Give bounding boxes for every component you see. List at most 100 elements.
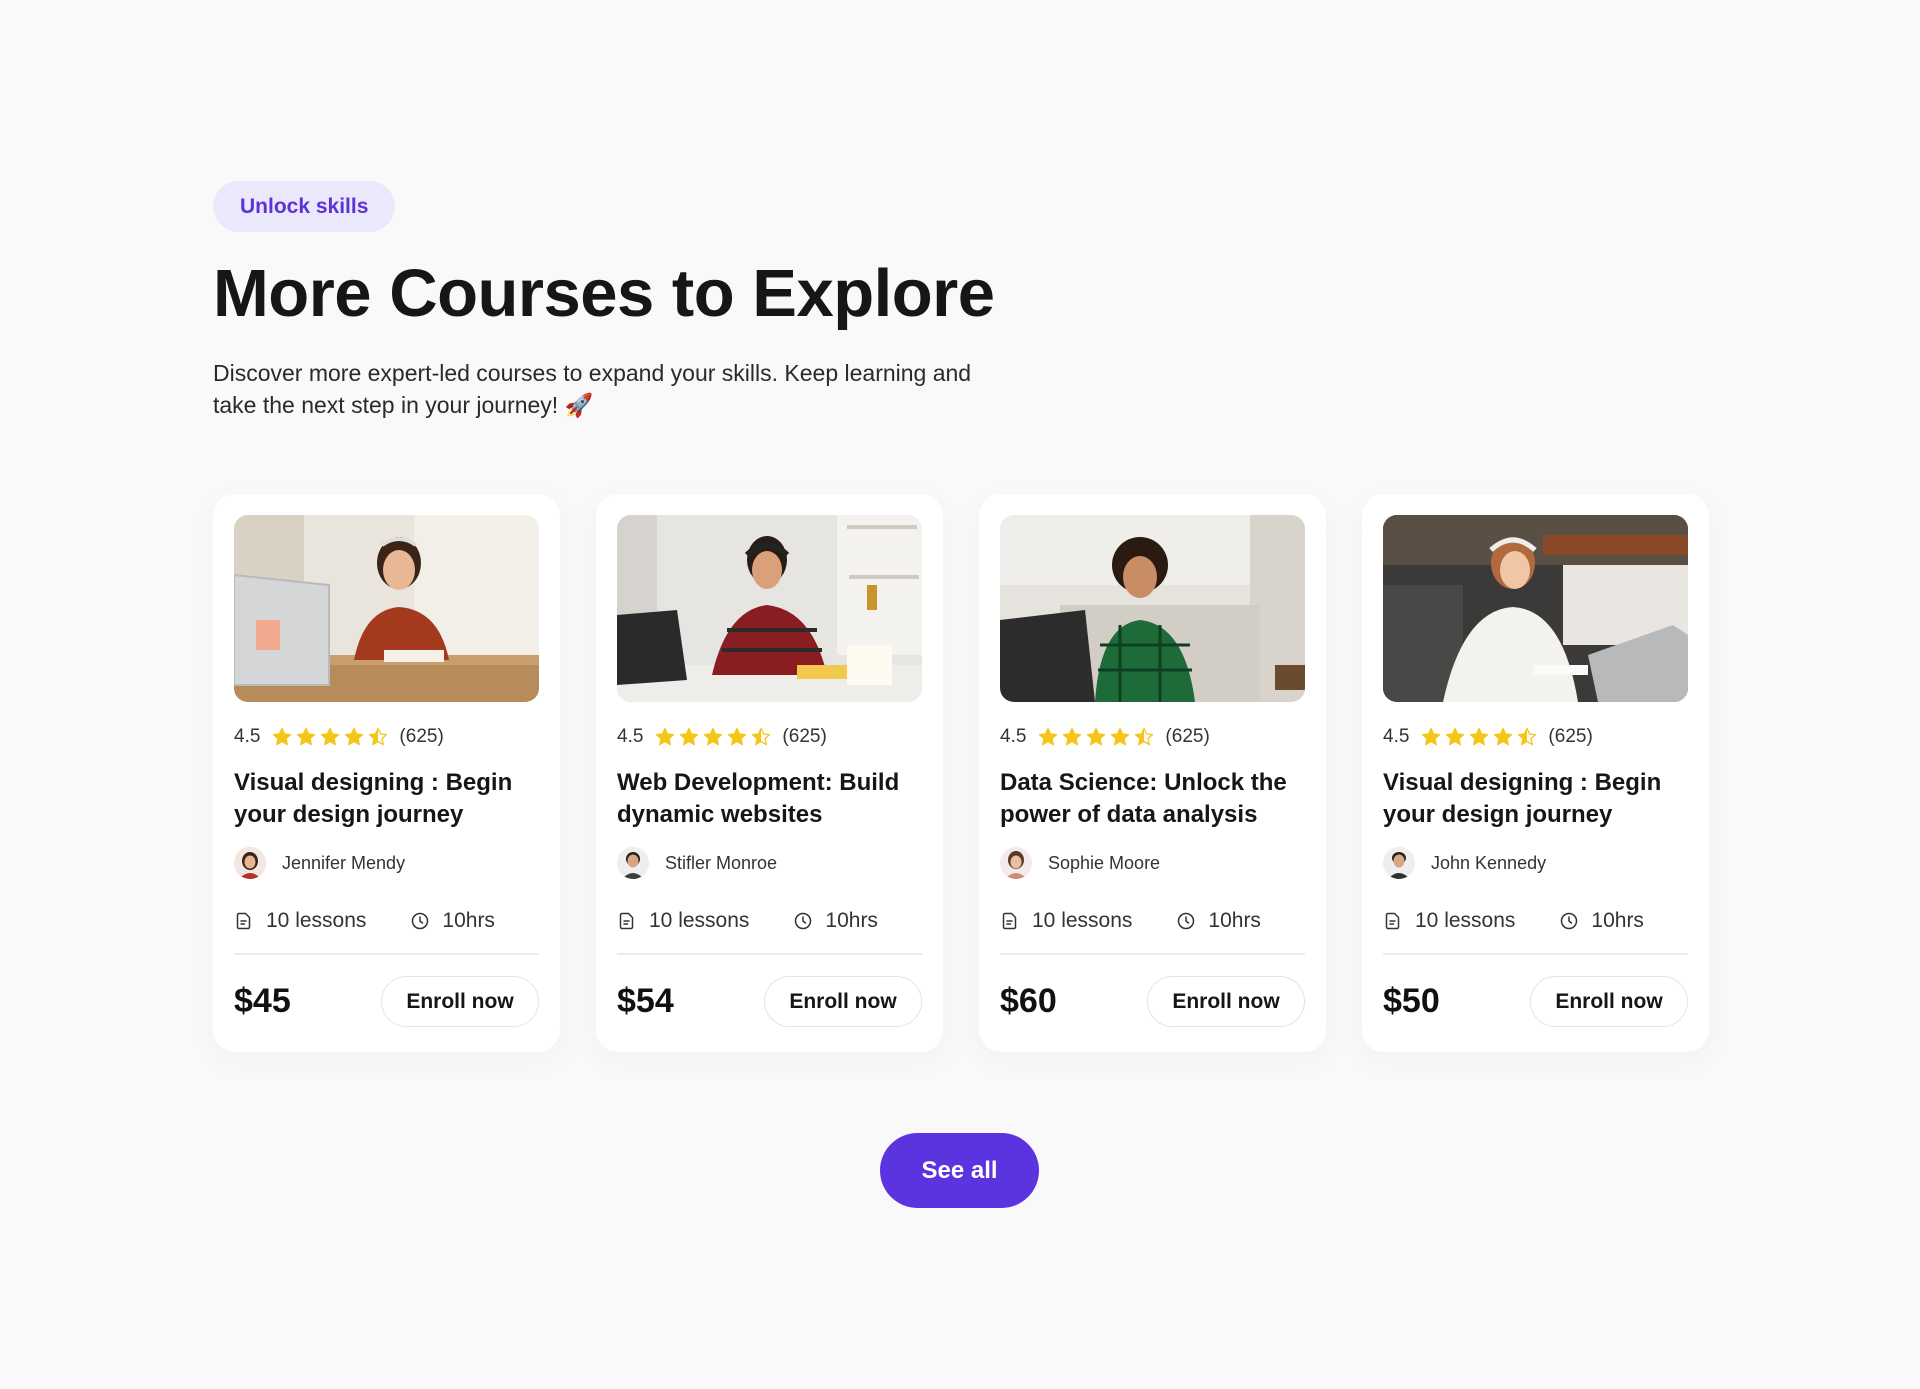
star-icon	[345, 727, 364, 746]
course-meta: 10 lessons 10hrs	[617, 909, 922, 955]
star-rating	[1421, 727, 1537, 747]
star-icon	[1087, 727, 1106, 746]
star-icon	[1422, 727, 1441, 746]
clock-icon	[795, 912, 812, 930]
card-footer: $60 Enroll now	[1000, 976, 1305, 1027]
instructor-name: Stifler Monroe	[665, 852, 778, 873]
lessons-info: 10 lessons	[1383, 909, 1515, 933]
clock-icon	[412, 912, 429, 930]
star-icon	[728, 727, 747, 746]
lessons-count: 10 lessons	[266, 909, 367, 932]
duration-info: 10hrs	[410, 909, 495, 933]
course-card[interactable]: 4.5 (625) Web Development: Build dynamic…	[596, 494, 943, 1052]
duration-info: 10hrs	[1176, 909, 1261, 933]
lessons-count: 10 lessons	[1415, 909, 1516, 932]
review-count: (625)	[1548, 726, 1593, 747]
duration-value: 10hrs	[442, 909, 495, 932]
star-icon	[680, 727, 699, 746]
course-meta: 10 lessons 10hrs	[1383, 909, 1688, 955]
rating-value: 4.5	[617, 726, 644, 747]
star-half-icon	[1135, 727, 1154, 746]
duration-value: 10hrs	[1591, 909, 1644, 932]
document-icon	[619, 912, 634, 930]
enroll-button[interactable]: Enroll now	[1530, 976, 1688, 1027]
rating-row: 4.5 (625)	[234, 725, 539, 749]
course-title[interactable]: Web Development: Build dynamic websites	[617, 767, 922, 831]
course-card[interactable]: 4.5 (625) Visual designing : Begin your …	[1362, 494, 1709, 1052]
avatar	[234, 847, 266, 879]
document-icon	[1002, 912, 1017, 930]
instructor[interactable]: John Kennedy	[1383, 847, 1688, 879]
instructor-name: Sophie Moore	[1048, 852, 1161, 873]
duration-info: 10hrs	[793, 909, 878, 933]
see-all-button[interactable]: See all	[880, 1133, 1039, 1208]
star-icon	[704, 727, 723, 746]
lessons-info: 10 lessons	[234, 909, 366, 933]
review-count: (625)	[782, 726, 827, 747]
star-half-icon	[1518, 727, 1537, 746]
avatar	[1383, 847, 1415, 879]
lessons-count: 10 lessons	[1032, 909, 1133, 932]
rating-value: 4.5	[1383, 726, 1410, 747]
instructor[interactable]: Sophie Moore	[1000, 847, 1305, 879]
star-rating	[272, 727, 388, 747]
star-icon	[1111, 727, 1130, 746]
star-icon	[297, 727, 316, 746]
star-rating	[1038, 727, 1154, 747]
avatar	[617, 847, 649, 879]
course-meta: 10 lessons 10hrs	[1000, 909, 1305, 955]
star-icon	[1039, 727, 1058, 746]
course-card[interactable]: 4.5 (625) Data Science: Unlock the power…	[979, 494, 1326, 1052]
star-icon	[656, 727, 675, 746]
course-price: $45	[234, 982, 291, 1020]
star-half-icon	[369, 727, 388, 746]
enroll-button[interactable]: Enroll now	[1147, 976, 1305, 1027]
course-price: $54	[617, 982, 674, 1020]
course-title[interactable]: Visual designing : Begin your design jou…	[1383, 767, 1688, 831]
instructor-name: Jennifer Mendy	[282, 852, 406, 873]
rating-row: 4.5 (625)	[617, 725, 922, 749]
star-half-icon	[752, 727, 771, 746]
star-icon	[321, 727, 340, 746]
course-card-list: 4.5 (625) Visual designing : Begin your …	[213, 494, 1709, 1052]
section-badge: Unlock skills	[213, 181, 396, 232]
rating-row: 4.5 (625)	[1000, 725, 1305, 749]
document-icon	[1385, 912, 1400, 930]
enroll-button[interactable]: Enroll now	[381, 976, 539, 1027]
section-description: Discover more expert-led courses to expa…	[213, 360, 972, 418]
courses-section: Unlock skills More Courses to Explore Di…	[213, 181, 1709, 1052]
duration-value: 10hrs	[1208, 909, 1261, 932]
course-thumbnail[interactable]	[234, 515, 539, 702]
clock-icon	[1178, 912, 1195, 930]
lessons-count: 10 lessons	[649, 909, 750, 932]
lessons-info: 10 lessons	[1000, 909, 1132, 933]
card-footer: $50 Enroll now	[1383, 976, 1688, 1027]
course-card[interactable]: 4.5 (625) Visual designing : Begin your …	[213, 494, 560, 1052]
star-icon	[1470, 727, 1489, 746]
duration-value: 10hrs	[825, 909, 878, 932]
course-thumbnail[interactable]	[1383, 515, 1688, 702]
star-icon	[1063, 727, 1082, 746]
clock-icon	[1561, 912, 1578, 930]
star-rating	[655, 727, 771, 747]
enroll-button[interactable]: Enroll now	[764, 976, 922, 1027]
course-price: $50	[1383, 982, 1440, 1020]
review-count: (625)	[399, 726, 444, 747]
course-thumbnail[interactable]	[1000, 515, 1305, 702]
lessons-info: 10 lessons	[617, 909, 749, 933]
star-icon	[1446, 727, 1465, 746]
course-thumbnail[interactable]	[617, 515, 922, 702]
instructor[interactable]: Stifler Monroe	[617, 847, 922, 879]
review-count: (625)	[1165, 726, 1210, 747]
instructor-name: John Kennedy	[1431, 852, 1547, 873]
course-price: $60	[1000, 982, 1057, 1020]
rating-value: 4.5	[234, 726, 261, 747]
card-footer: $45 Enroll now	[234, 976, 539, 1027]
course-title[interactable]: Visual designing : Begin your design jou…	[234, 767, 539, 831]
course-meta: 10 lessons 10hrs	[234, 909, 539, 955]
rating-value: 4.5	[1000, 726, 1027, 747]
course-title[interactable]: Data Science: Unlock the power of data a…	[1000, 767, 1305, 831]
star-icon	[273, 727, 292, 746]
section-title: More Courses to Explore	[213, 256, 995, 331]
instructor[interactable]: Jennifer Mendy	[234, 847, 539, 879]
